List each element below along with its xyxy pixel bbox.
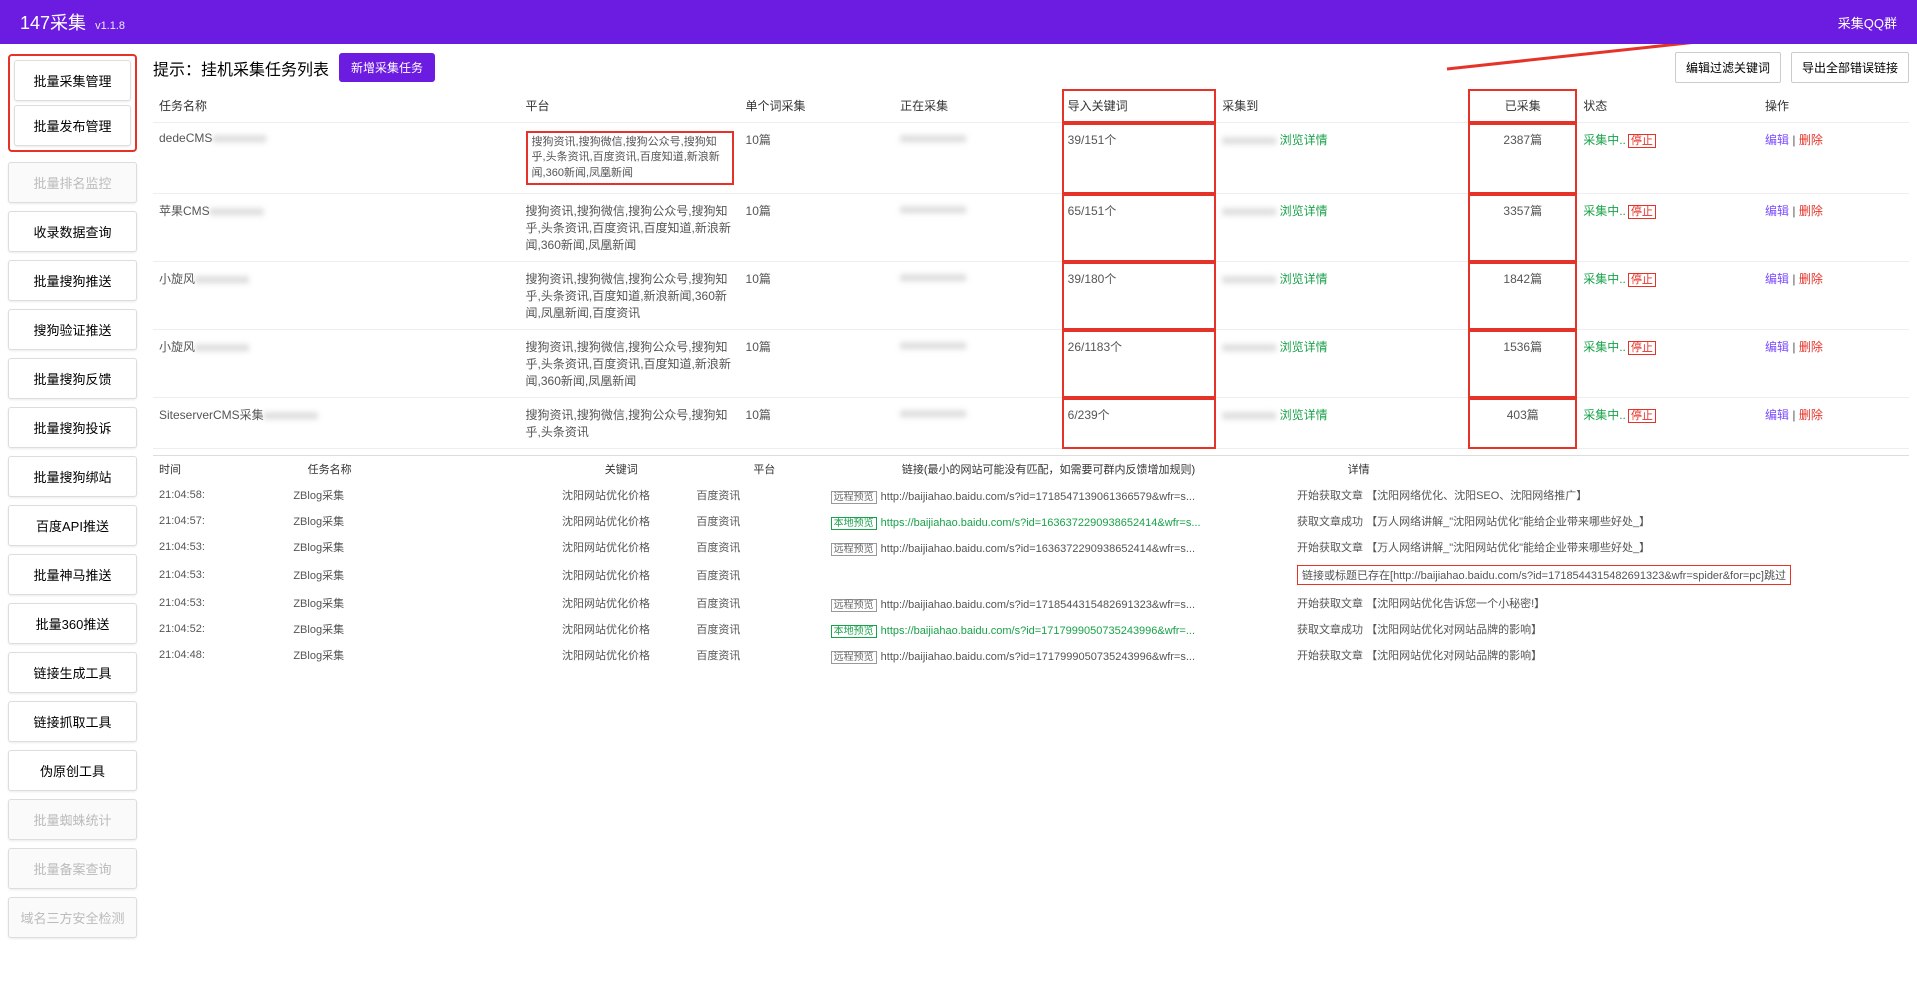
log-row: 21:04:53:ZBlog采集沈阳网站优化价格百度资讯远程预览http://b… (153, 590, 1909, 616)
sidebar-item[interactable]: 搜狗验证推送 (8, 309, 137, 350)
toolbar: 提示：挂机采集任务列表 新增采集任务 编辑过滤关键词 导出全部错误链接 (153, 52, 1909, 83)
task-row: 小旋风xxxxxxxxx搜狗资讯,搜狗微信,搜狗公众号,搜狗知乎,头条资讯,百度… (153, 330, 1909, 398)
log-col-header: 任务名称 (302, 456, 599, 482)
log-link[interactable]: https://baijiahao.baidu.com/s?id=1636372… (881, 517, 1201, 529)
edit-link[interactable]: 编辑 (1765, 272, 1789, 286)
stop-button[interactable]: 停止 (1628, 341, 1656, 355)
log-col-header: 时间 (153, 456, 302, 482)
sidebar: 批量采集管理 批量发布管理 批量排名监控收录数据查询批量搜狗推送搜狗验证推送批量… (0, 44, 145, 994)
log-table: 时间任务名称关键词平台链接(最小的网站可能没有匹配，如需要可群内反馈增加规则)详… (153, 456, 1909, 482)
tasks-col-header: 平台 (520, 89, 740, 123)
local-preview-badge[interactable]: 本地预览 (831, 625, 877, 638)
sidebar-item[interactable]: 批量搜狗绑站 (8, 456, 137, 497)
qq-group-link[interactable]: 采集QQ群 (1838, 13, 1897, 32)
tasks-col-header: 单个词采集 (740, 89, 895, 123)
log-row: 21:04:53:ZBlog采集沈阳网站优化价格百度资讯链接或标题已存在[htt… (153, 560, 1909, 590)
local-preview-badge[interactable]: 本地预览 (831, 517, 877, 530)
log-col-header: 平台 (747, 456, 896, 482)
sidebar-item: 批量蜘蛛统计 (8, 799, 137, 840)
sidebar-item[interactable]: 批量神马推送 (8, 554, 137, 595)
task-row: 苹果CMSxxxxxxxxx搜狗资讯,搜狗微信,搜狗公众号,搜狗知乎,头条资讯,… (153, 194, 1909, 262)
delete-link[interactable]: 删除 (1799, 408, 1823, 422)
log-panel: 时间任务名称关键词平台链接(最小的网站可能没有匹配，如需要可群内反馈增加规则)详… (153, 455, 1909, 986)
sidebar-item[interactable]: 批量搜狗投诉 (8, 407, 137, 448)
tasks-col-header: 状态 (1577, 89, 1759, 123)
sidebar-primary-group: 批量采集管理 批量发布管理 (8, 54, 137, 152)
app-header: 147采集 v1.1.8 采集QQ群 (0, 0, 1917, 44)
stop-button[interactable]: 停止 (1628, 409, 1656, 423)
tasks-col-header: 采集到 (1216, 89, 1468, 123)
browse-detail-link[interactable]: 浏览详情 (1280, 340, 1328, 354)
new-task-button[interactable]: 新增采集任务 (339, 53, 435, 82)
log-link[interactable]: http://baijiahao.baidu.com/s?id=17179990… (881, 651, 1195, 663)
log-link[interactable]: http://baijiahao.baidu.com/s?id=17185471… (881, 491, 1195, 503)
stop-button[interactable]: 停止 (1628, 205, 1656, 219)
log-link[interactable]: https://baijiahao.baidu.com/s?id=1717999… (881, 625, 1195, 637)
sidebar-item[interactable]: 链接抓取工具 (8, 701, 137, 742)
sidebar-item[interactable]: 百度API推送 (8, 505, 137, 546)
tasks-col-header: 操作 (1759, 89, 1909, 123)
log-col-header: 链接(最小的网站可能没有匹配，如需要可群内反馈增加规则) (896, 456, 1342, 482)
sidebar-item[interactable]: 收录数据查询 (8, 211, 137, 252)
log-row: 21:04:57:ZBlog采集沈阳网站优化价格百度资讯本地预览https://… (153, 508, 1909, 534)
page-title: 提示：挂机采集任务列表 (153, 56, 329, 80)
log-link[interactable]: http://baijiahao.baidu.com/s?id=17185443… (881, 599, 1195, 611)
task-row: SiteserverCMS采集xxxxxxxxx搜狗资讯,搜狗微信,搜狗公众号,… (153, 398, 1909, 449)
sidebar-item: 域名三方安全检测 (8, 897, 137, 938)
log-link[interactable]: http://baijiahao.baidu.com/s?id=16363722… (881, 543, 1195, 555)
log-row: 21:04:53:ZBlog采集沈阳网站优化价格百度资讯远程预览http://b… (153, 534, 1909, 560)
tasks-col-header: 已采集 (1468, 89, 1577, 123)
browse-detail-link[interactable]: 浏览详情 (1280, 272, 1328, 286)
edit-link[interactable]: 编辑 (1765, 133, 1789, 147)
stop-button[interactable]: 停止 (1628, 273, 1656, 287)
log-row: 21:04:52:ZBlog采集沈阳网站优化价格百度资讯本地预览https://… (153, 616, 1909, 642)
sidebar-item[interactable]: 链接生成工具 (8, 652, 137, 693)
tasks-col-header: 导入关键词 (1062, 89, 1217, 123)
sidebar-item[interactable]: 批量搜狗推送 (8, 260, 137, 301)
delete-link[interactable]: 删除 (1799, 340, 1823, 354)
task-row: dedeCMSxxxxxxxxx搜狗资讯,搜狗微信,搜狗公众号,搜狗知乎,头条资… (153, 123, 1909, 194)
browse-detail-link[interactable]: 浏览详情 (1280, 133, 1328, 147)
edit-link[interactable]: 编辑 (1765, 340, 1789, 354)
edit-link[interactable]: 编辑 (1765, 204, 1789, 218)
log-col-header: 详情 (1342, 456, 1909, 482)
remote-preview-badge[interactable]: 远程预览 (831, 543, 877, 556)
stop-button[interactable]: 停止 (1628, 134, 1656, 148)
delete-link[interactable]: 删除 (1799, 272, 1823, 286)
sidebar-item: 批量备案查询 (8, 848, 137, 889)
sidebar-item[interactable]: 批量360推送 (8, 603, 137, 644)
browse-detail-link[interactable]: 浏览详情 (1280, 204, 1328, 218)
sidebar-item-collect-manage[interactable]: 批量采集管理 (14, 60, 131, 101)
browse-detail-link[interactable]: 浏览详情 (1280, 408, 1328, 422)
remote-preview-badge[interactable]: 远程预览 (831, 491, 877, 504)
app-version: v1.1.8 (95, 20, 125, 32)
app-title: 147采集 v1.1.8 (20, 9, 125, 35)
delete-link[interactable]: 删除 (1799, 204, 1823, 218)
tasks-col-header: 正在采集 (894, 89, 1061, 123)
sidebar-item: 批量排名监控 (8, 162, 137, 203)
export-errors-button[interactable]: 导出全部错误链接 (1791, 52, 1909, 83)
delete-link[interactable]: 删除 (1799, 133, 1823, 147)
remote-preview-badge[interactable]: 远程预览 (831, 599, 877, 612)
remote-preview-badge[interactable]: 远程预览 (831, 651, 877, 664)
edit-filter-button[interactable]: 编辑过滤关键词 (1675, 52, 1781, 83)
log-col-header: 关键词 (599, 456, 748, 482)
task-row: 小旋风xxxxxxxxx搜狗资讯,搜狗微信,搜狗公众号,搜狗知乎,头条资讯,百度… (153, 262, 1909, 330)
edit-link[interactable]: 编辑 (1765, 408, 1789, 422)
sidebar-item-publish-manage[interactable]: 批量发布管理 (14, 105, 131, 146)
log-row: 21:04:48:ZBlog采集沈阳网站优化价格百度资讯远程预览http://b… (153, 642, 1909, 668)
sidebar-item[interactable]: 伪原创工具 (8, 750, 137, 791)
sidebar-item[interactable]: 批量搜狗反馈 (8, 358, 137, 399)
tasks-col-header: 任务名称 (153, 89, 520, 123)
app-title-text: 147采集 (20, 13, 86, 33)
tasks-table: 任务名称平台单个词采集正在采集导入关键词采集到已采集状态操作 dedeCMSxx… (153, 89, 1909, 449)
log-row: 21:04:58:ZBlog采集沈阳网站优化价格百度资讯远程预览http://b… (153, 482, 1909, 508)
main-content: 提示：挂机采集任务列表 新增采集任务 编辑过滤关键词 导出全部错误链接 任务名称… (145, 44, 1917, 994)
